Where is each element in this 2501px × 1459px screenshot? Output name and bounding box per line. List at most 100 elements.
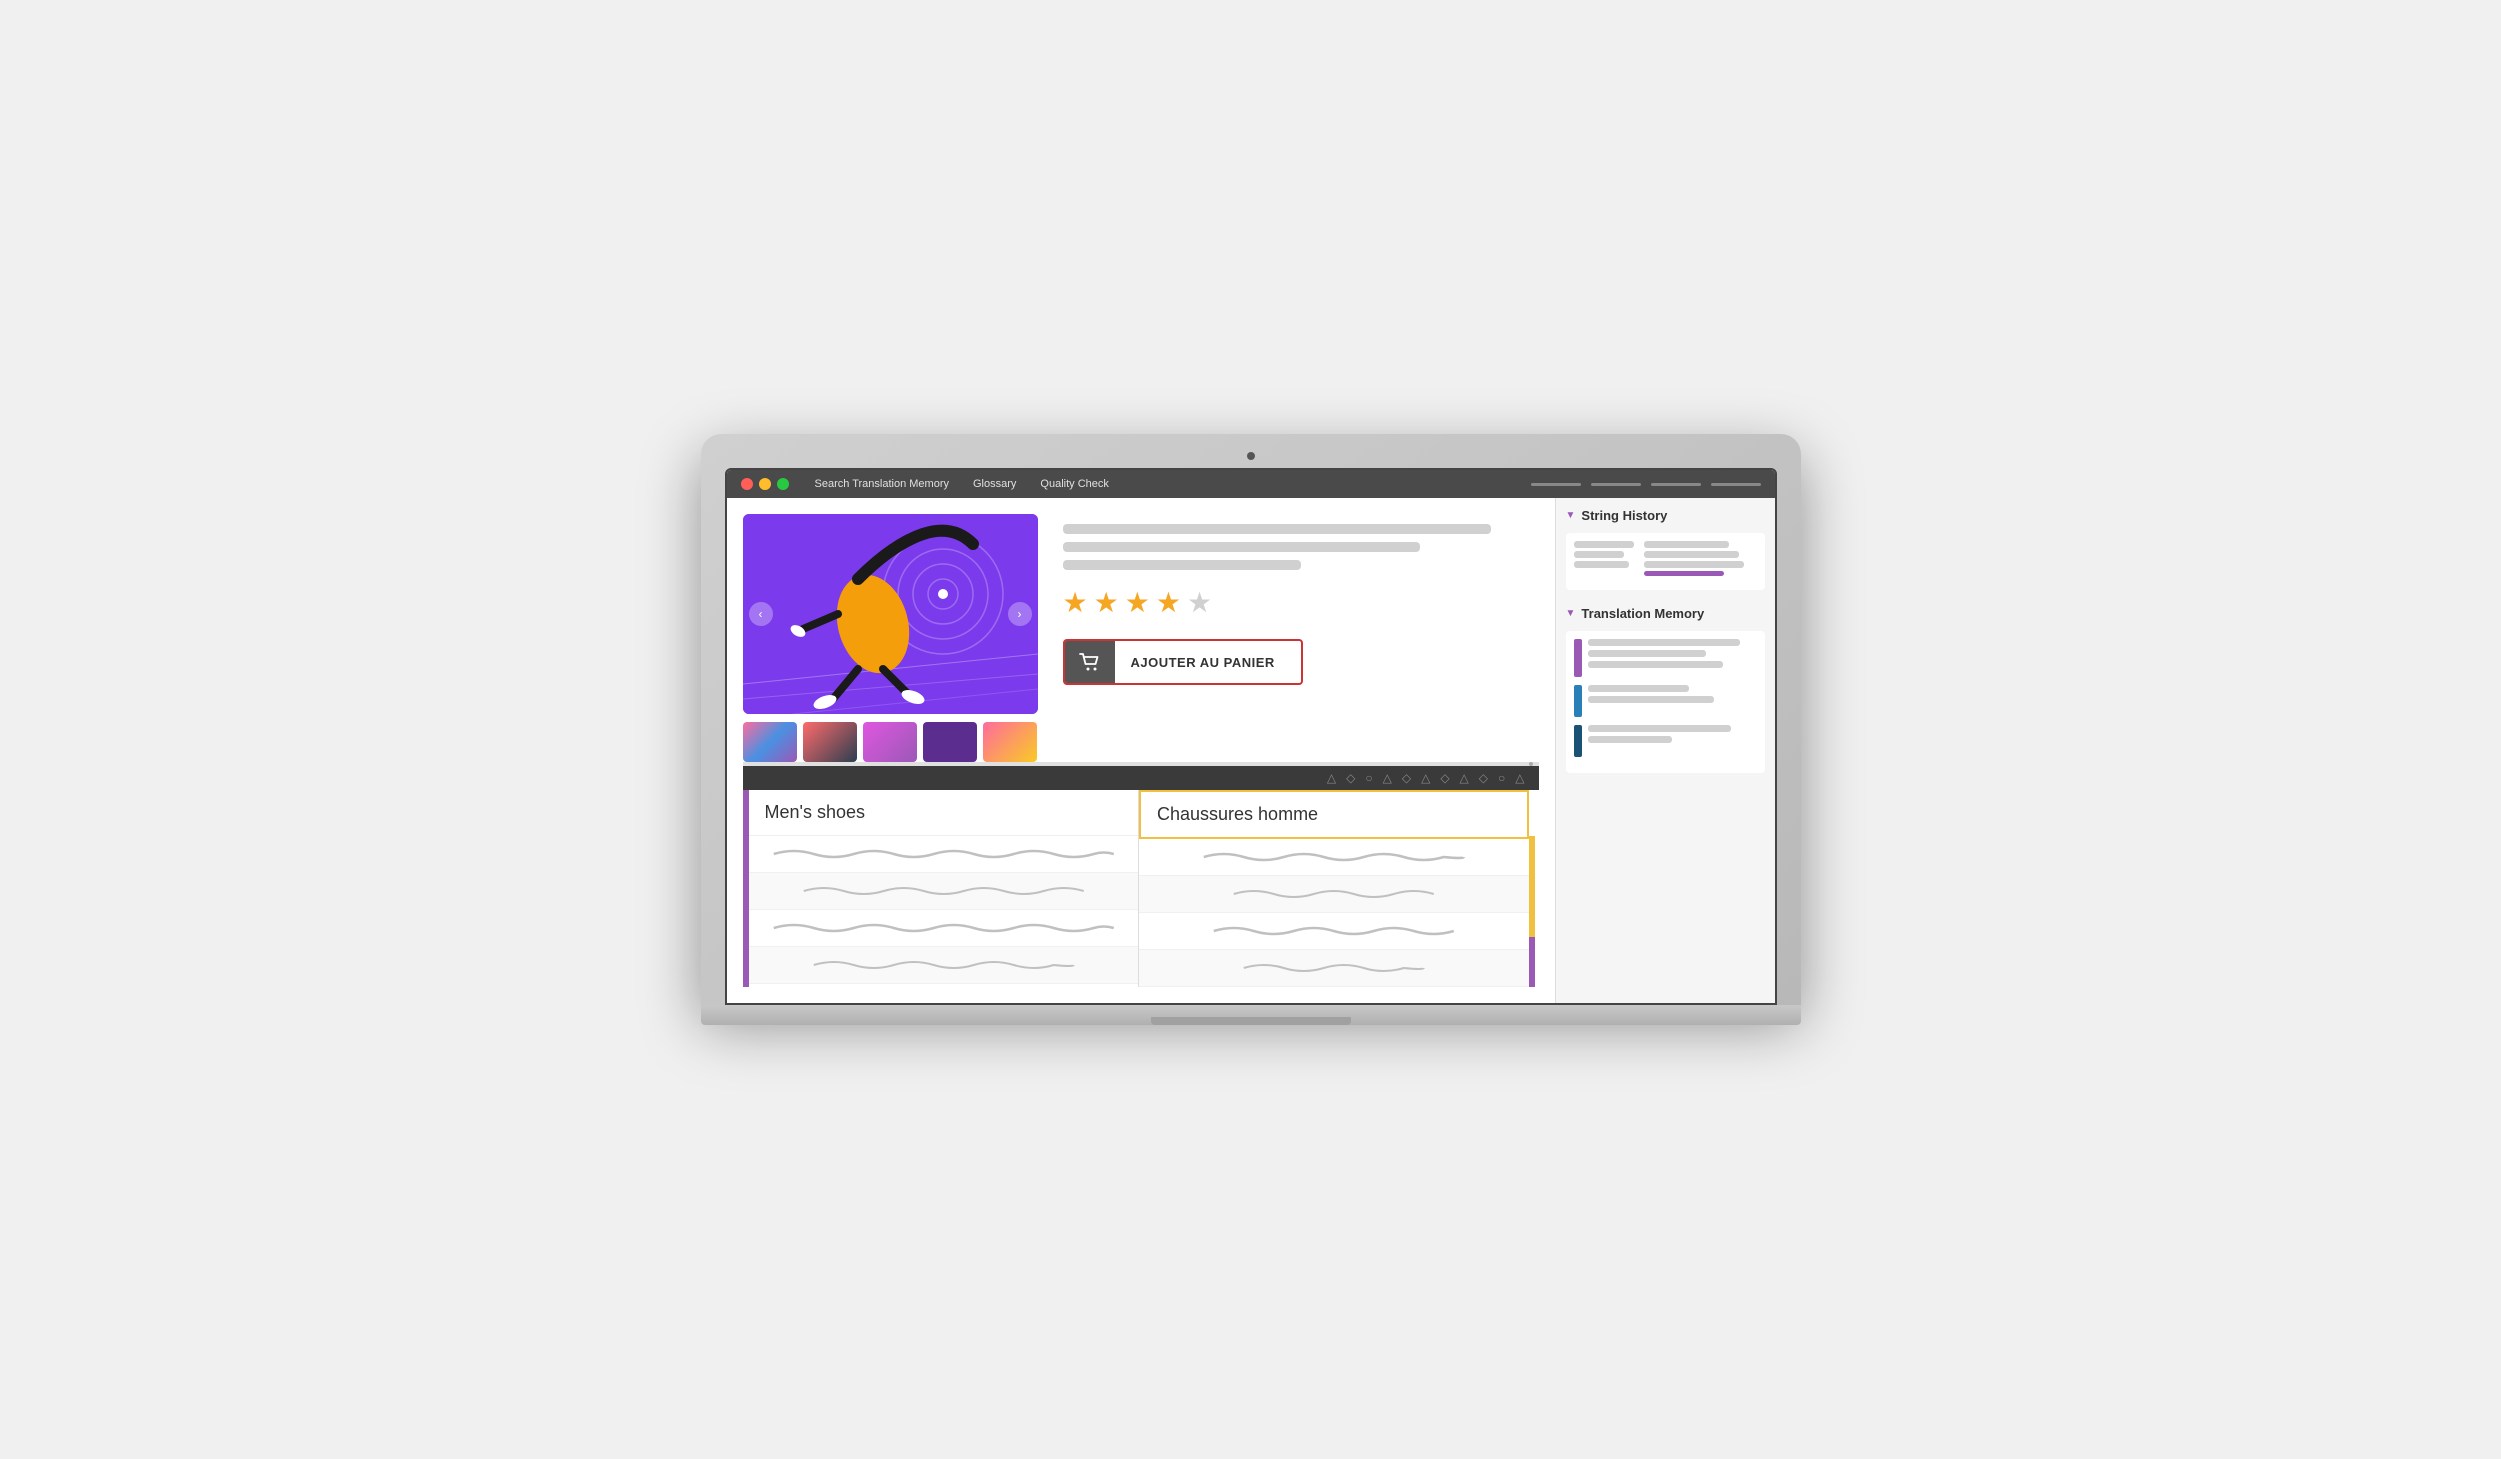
star-4: ★ xyxy=(1156,586,1181,619)
star-1: ★ xyxy=(1063,586,1088,619)
star-3: ★ xyxy=(1125,586,1150,619)
table-left-column: Men's shoes xyxy=(749,790,1140,987)
title-bar: Search Translation Memory Glossary Quali… xyxy=(727,470,1775,498)
tm-label: Translation Memory xyxy=(1581,606,1704,621)
toolbar-icon-6[interactable]: △ xyxy=(1421,771,1430,785)
tm-line-3b xyxy=(1588,736,1673,743)
toolbar-icon-8[interactable]: △ xyxy=(1460,771,1469,785)
tm-row-2 xyxy=(1574,685,1757,717)
nav-glossary[interactable]: Glossary xyxy=(973,478,1016,490)
text-lines xyxy=(1063,524,1539,570)
product-nav-right[interactable]: › xyxy=(1008,602,1032,626)
table-right-header: Chaussures homme xyxy=(1139,790,1529,839)
toolbar-icon-10[interactable]: ○ xyxy=(1498,771,1505,785)
sh-line-1a xyxy=(1574,541,1634,548)
toolbar-icon-11[interactable]: △ xyxy=(1515,771,1524,785)
table-columns: Men's shoes xyxy=(749,790,1529,987)
string-history-section: ▼ String History xyxy=(1566,508,1765,590)
sh-line-r1c xyxy=(1644,561,1744,568)
sh-line-1b xyxy=(1574,551,1624,558)
left-header-text: Men's shoes xyxy=(765,802,866,822)
text-line-1 xyxy=(1063,524,1491,534)
wavy-line-2r xyxy=(1155,886,1513,902)
translation-table: Men's shoes xyxy=(743,790,1539,987)
laptop-screen: Search Translation Memory Glossary Quali… xyxy=(725,468,1777,1005)
laptop: Search Translation Memory Glossary Quali… xyxy=(701,434,1801,1025)
traffic-lights xyxy=(741,478,789,490)
nav-spacer-2 xyxy=(1591,483,1641,486)
sh-row-1 xyxy=(1574,541,1757,576)
toolbar-icon-5[interactable]: ◇ xyxy=(1402,771,1411,785)
thumbnail-4[interactable] xyxy=(923,722,977,762)
tm-lines-3 xyxy=(1588,725,1757,757)
toolbar-icon-3[interactable]: ○ xyxy=(1365,771,1372,785)
tm-line-3a xyxy=(1588,725,1732,732)
sh-line-r1a xyxy=(1644,541,1729,548)
table-right-column: Chaussures homme xyxy=(1139,790,1529,987)
nav-spacers xyxy=(1531,483,1761,486)
sidebar: ▼ String History xyxy=(1555,498,1775,1003)
tm-line-1a xyxy=(1588,639,1740,646)
product-section: ‹ › xyxy=(743,514,1539,762)
toolbar-divider: △ ◇ ○ △ ◇ △ ◇ △ ◇ ○ △ xyxy=(743,766,1539,790)
camera xyxy=(1247,452,1255,460)
thumbnail-3[interactable] xyxy=(863,722,917,762)
tm-chevron[interactable]: ▼ xyxy=(1566,608,1576,619)
product-main-image: ‹ › xyxy=(743,514,1038,714)
screen-content: ‹ › xyxy=(727,498,1775,1003)
nav-search-tm[interactable]: Search Translation Memory xyxy=(815,478,950,490)
table-accent-right-yellow xyxy=(1529,836,1535,937)
tm-line-1b xyxy=(1588,650,1706,657)
tm-lines-2 xyxy=(1588,685,1757,717)
sh-right-1 xyxy=(1644,541,1757,576)
translation-memory-title: ▼ Translation Memory xyxy=(1566,606,1765,621)
table-row-3-right[interactable] xyxy=(1139,913,1529,950)
add-to-cart-button[interactable]: AJOUTER AU PANIER xyxy=(1063,639,1303,685)
tm-content xyxy=(1566,631,1765,773)
text-line-2 xyxy=(1063,542,1420,552)
table-left-header: Men's shoes xyxy=(749,790,1139,836)
wavy-line-1l xyxy=(765,846,1123,862)
product-nav-left[interactable]: ‹ xyxy=(749,602,773,626)
toolbar-icon-4[interactable]: △ xyxy=(1383,771,1392,785)
table-row-4-left[interactable] xyxy=(749,947,1139,984)
thumbnail-5[interactable] xyxy=(983,722,1037,762)
string-history-chevron[interactable]: ▼ xyxy=(1566,510,1576,521)
laptop-base xyxy=(701,1005,1801,1025)
nav-spacer-3 xyxy=(1651,483,1701,486)
nav-spacer-4 xyxy=(1711,483,1761,486)
tm-row-1 xyxy=(1574,639,1757,677)
table-row-1-right[interactable] xyxy=(1139,839,1529,876)
table-row-2-right[interactable] xyxy=(1139,876,1529,913)
maximize-button[interactable] xyxy=(777,478,789,490)
table-row-2-left[interactable] xyxy=(749,873,1139,910)
table-row-1-left[interactable] xyxy=(749,836,1139,873)
close-button[interactable] xyxy=(741,478,753,490)
table-row-3-left[interactable] xyxy=(749,910,1139,947)
nav-quality-check[interactable]: Quality Check xyxy=(1040,478,1108,490)
right-header-text: Chaussures homme xyxy=(1157,804,1318,824)
product-image-area: ‹ › xyxy=(743,514,1043,762)
tm-bar-2 xyxy=(1574,685,1582,717)
tm-line-2b xyxy=(1588,696,1715,703)
star-2: ★ xyxy=(1094,586,1119,619)
wavy-line-2l xyxy=(765,883,1123,899)
string-history-content xyxy=(1566,533,1765,590)
title-bar-nav: Search Translation Memory Glossary Quali… xyxy=(815,478,1109,490)
product-thumbnails xyxy=(743,722,1043,762)
wavy-line-4l xyxy=(765,957,1123,973)
text-line-3 xyxy=(1063,560,1301,570)
tm-bar-3 xyxy=(1574,725,1582,757)
resize-dot xyxy=(1529,762,1533,766)
laptop-body: Search Translation Memory Glossary Quali… xyxy=(701,434,1801,1005)
table-row-4-right[interactable] xyxy=(1139,950,1529,987)
wavy-line-1r xyxy=(1155,849,1513,865)
toolbar-icon-9[interactable]: ◇ xyxy=(1479,771,1488,785)
table-accent-right-purple xyxy=(1529,937,1535,987)
toolbar-icon-1[interactable]: △ xyxy=(1327,771,1336,785)
minimize-button[interactable] xyxy=(759,478,771,490)
thumbnail-2[interactable] xyxy=(803,722,857,762)
thumbnail-1[interactable] xyxy=(743,722,797,762)
toolbar-icon-7[interactable]: ◇ xyxy=(1440,771,1449,785)
toolbar-icon-2[interactable]: ◇ xyxy=(1346,771,1355,785)
